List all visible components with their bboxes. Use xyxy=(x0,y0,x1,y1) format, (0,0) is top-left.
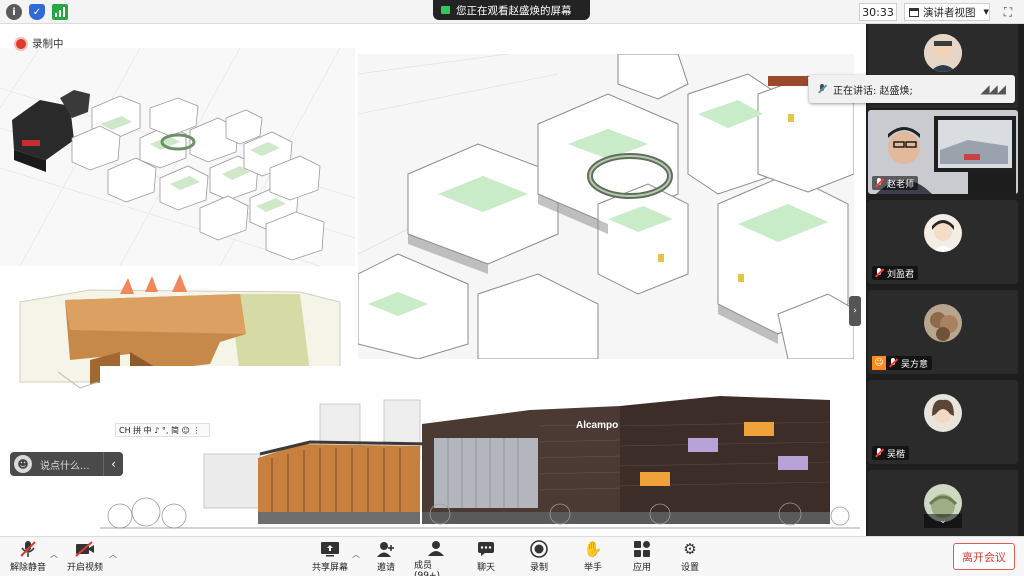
shield-icon[interactable]: ✓ xyxy=(29,4,45,20)
start-video-button[interactable]: 开启视频 xyxy=(64,540,106,576)
camera-off-icon xyxy=(74,540,96,558)
participant-name-tag: 吴楷 xyxy=(872,446,910,460)
apps-grid-icon xyxy=(631,540,653,558)
gear-icon: ⚙ xyxy=(683,540,697,558)
record-label: 录制 xyxy=(529,563,548,573)
fullscreen-icon[interactable]: ⛶ xyxy=(1000,4,1016,20)
participant-name-tag: 刘盈君 xyxy=(872,266,919,280)
bottom-toolbar: 解除静音 ︿ 开启视频 ︿ 共享屏幕 ︿ 邀请 成员(99+) 聊天 录制 ✋ … xyxy=(0,536,1024,576)
participant-name-tag: 赵老师 xyxy=(872,176,919,190)
apps-button[interactable]: 应用 xyxy=(628,540,656,576)
speaking-label: 正在讲话: 赵盛焕; xyxy=(833,85,913,97)
recording-indicator[interactable]: 录制中 xyxy=(16,36,64,51)
chat-label: 聊天 xyxy=(476,563,495,573)
participant-tile-0[interactable]: 赵老师 xyxy=(868,110,1018,194)
members-label: 成员(99+) xyxy=(414,561,441,576)
share-screen-button[interactable]: 共享屏幕 xyxy=(309,540,351,576)
share-options-chevron-icon[interactable]: ︿ xyxy=(352,549,360,560)
meeting-timer: 30:33 xyxy=(859,3,897,21)
members-icon xyxy=(425,540,447,556)
settings-label: 设置 xyxy=(680,563,699,573)
mic-off-icon xyxy=(874,268,884,278)
mic-off-icon xyxy=(874,178,884,188)
mic-off-icon xyxy=(888,358,898,368)
quick-chat-input[interactable]: ☻ 说点什么... ‹ xyxy=(10,452,123,476)
chat-icon xyxy=(475,540,497,558)
grid-view-icon xyxy=(909,7,919,17)
viewing-screen-indicator[interactable]: 您正在观看赵盛焕的屏幕 xyxy=(433,0,590,20)
raise-hand-button[interactable]: ✋ 举手 xyxy=(579,540,607,576)
record-icon xyxy=(528,540,550,558)
aerial-closeup-image xyxy=(358,54,854,359)
meeting-window: i ✓ 您正在观看赵盛焕的屏幕 30:33 演讲者视图 ▼ ⛶ 录制中 Alca… xyxy=(0,0,1024,576)
recording-dot-icon xyxy=(16,38,26,49)
aerial-model-image xyxy=(0,48,355,266)
participant-name: 吴方意 xyxy=(901,359,929,370)
participant-tile-1[interactable]: 刘盈君 xyxy=(868,200,1018,284)
mic-muted-icon xyxy=(17,540,39,558)
scroll-down-icon[interactable]: ⌄ xyxy=(924,514,962,528)
avatar xyxy=(924,304,962,342)
participant-name: 赵老师 xyxy=(887,179,915,190)
unmute-label: 解除静音 xyxy=(9,563,46,573)
raise-hand-label: 举手 xyxy=(583,563,602,573)
view-mode-label: 演讲者视图 xyxy=(923,6,976,19)
signal-icon[interactable] xyxy=(52,4,68,20)
video-options-chevron-icon[interactable]: ︿ xyxy=(109,549,117,560)
participant-name: 吴楷 xyxy=(887,449,906,460)
avatar xyxy=(924,34,962,72)
speaking-indicator: 正在讲话: 赵盛焕; ◢◢◢ xyxy=(809,75,1015,103)
record-button[interactable]: 录制 xyxy=(525,540,553,576)
recording-label: 录制中 xyxy=(32,38,64,50)
info-icon[interactable]: i xyxy=(6,4,22,20)
mic-options-chevron-icon[interactable]: ︿ xyxy=(50,549,58,560)
share-screen-label: 共享屏幕 xyxy=(311,563,348,573)
participant-name: 刘盈君 xyxy=(887,269,915,280)
mic-off-icon xyxy=(874,448,884,458)
participant-tile-2[interactable]: ☺ 吴方意 xyxy=(868,290,1018,374)
leave-meeting-button[interactable]: 离开会议 xyxy=(953,543,1015,570)
chevron-down-icon: ▼ xyxy=(983,8,989,16)
invite-button[interactable]: 邀请 xyxy=(371,540,401,576)
viewing-text: 您正在观看赵盛焕的屏幕 xyxy=(456,4,572,17)
participant-tile-4[interactable]: ⌄ xyxy=(868,470,1018,536)
more-icon[interactable]: ◢◢◢ xyxy=(980,82,1006,96)
apps-label: 应用 xyxy=(632,563,651,573)
avatar xyxy=(924,394,962,432)
mall-sign-text: Alcampo xyxy=(576,420,618,431)
speaker-icon xyxy=(441,6,450,14)
start-video-label: 开启视频 xyxy=(66,563,103,573)
settings-button[interactable]: ⚙ 设置 xyxy=(676,540,704,576)
chevron-left-icon[interactable]: ‹ xyxy=(103,452,123,476)
host-badge-icon: ☺ xyxy=(872,356,886,370)
hand-icon: ✋ xyxy=(583,540,603,558)
unmute-button[interactable]: 解除静音 xyxy=(8,540,48,576)
view-mode-dropdown[interactable]: 演讲者视图 ▼ xyxy=(904,3,990,21)
add-user-icon xyxy=(375,540,397,558)
mall-elevation-image: Alcampo xyxy=(100,366,860,536)
invite-label: 邀请 xyxy=(376,563,395,573)
share-screen-icon xyxy=(319,540,341,558)
participant-name-tag: ☺ 吴方意 xyxy=(872,356,933,370)
avatar xyxy=(924,214,962,252)
participant-tile-3[interactable]: 吴楷 xyxy=(868,380,1018,464)
top-bar: i ✓ 您正在观看赵盛焕的屏幕 30:33 演讲者视图 ▼ ⛶ xyxy=(0,0,1024,24)
members-button[interactable]: 成员(99+) xyxy=(414,540,458,576)
shared-screen[interactable]: 录制中 Alcampo CH 拼 中 ♪ °, 简 ☺ ⋮ ☻ 说点什么... … xyxy=(0,24,866,536)
gallery-toggle-icon[interactable]: › xyxy=(849,296,861,326)
emoji-icon[interactable]: ☻ xyxy=(14,455,32,473)
chat-button[interactable]: 聊天 xyxy=(472,540,500,576)
ime-toolbar[interactable]: CH 拼 中 ♪ °, 简 ☺ ⋮ xyxy=(115,423,210,437)
chat-placeholder: 说点什么... xyxy=(40,460,90,472)
mic-icon xyxy=(817,84,827,94)
